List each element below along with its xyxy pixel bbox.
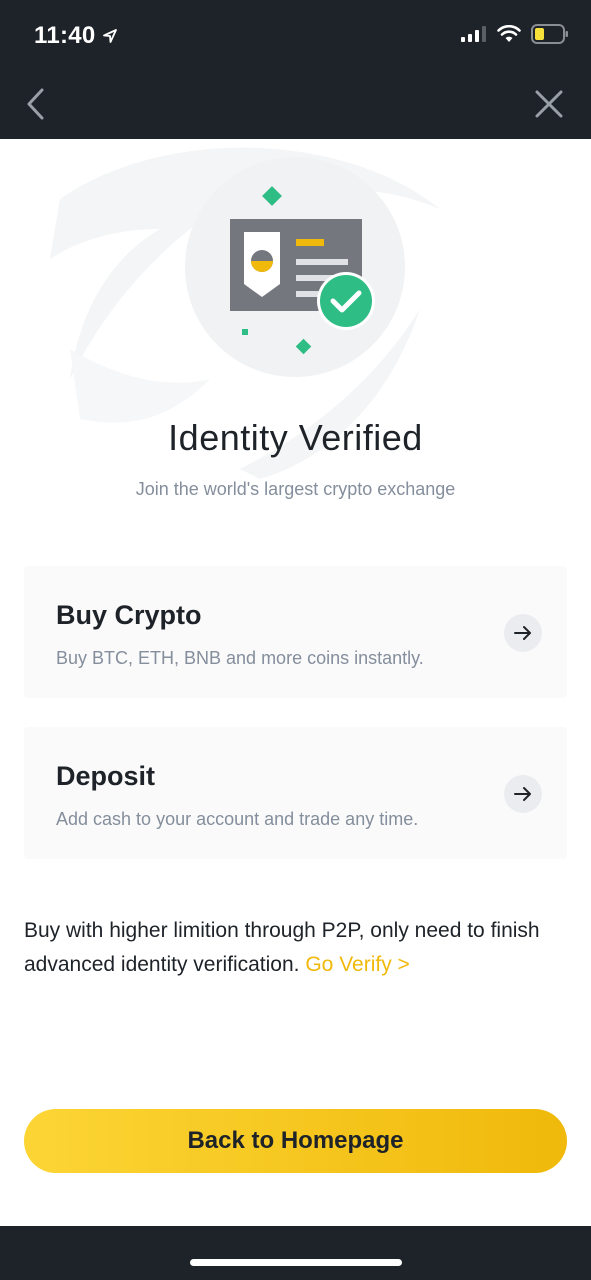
status-time: 11:40: [34, 22, 118, 50]
note-text: Buy with higher limition through P2P, on…: [24, 919, 540, 976]
p2p-note: Buy with higher limition through P2P, on…: [24, 914, 574, 982]
status-time-text: 11:40: [34, 22, 96, 49]
home-indicator[interactable]: [190, 1259, 402, 1266]
home-indicator-area: [0, 1226, 591, 1280]
id-card-verified-icon: [185, 157, 405, 377]
arrow-button[interactable]: [504, 775, 542, 813]
card-description: Add cash to your account and trade any t…: [56, 809, 419, 829]
card-title: Buy Crypto: [56, 600, 202, 630]
page-subtitle: Join the world's largest crypto exchange: [135, 479, 456, 499]
arrow-button[interactable]: [504, 614, 542, 652]
chevron-left-icon[interactable]: [20, 86, 56, 122]
buy-crypto-card[interactable]: Buy Crypto Buy BTC, ETH, BNB and more co…: [24, 566, 567, 698]
location-arrow-icon: [102, 29, 117, 43]
status-bar: 11:40: [0, 0, 591, 70]
main-content: Identity Verified Join the world's large…: [0, 139, 591, 1226]
arrow-right-icon: [514, 626, 531, 640]
page-title: Identity Verified: [168, 417, 423, 458]
signal-icon: [461, 26, 486, 42]
card-description: Buy BTC, ETH, BNB and more coins instant…: [56, 648, 424, 668]
deposit-card[interactable]: Deposit Add cash to your account and tra…: [24, 727, 567, 859]
back-to-homepage-button[interactable]: Back to Homepage: [24, 1109, 567, 1173]
close-icon[interactable]: [533, 88, 565, 120]
arrow-right-icon: [514, 787, 531, 801]
battery-icon: [531, 24, 568, 44]
card-title: Deposit: [56, 761, 156, 791]
nav-bar: [0, 70, 591, 139]
wifi-icon: [497, 25, 521, 42]
go-verify-link[interactable]: Go Verify >: [305, 953, 409, 976]
status-icons: [461, 24, 569, 44]
